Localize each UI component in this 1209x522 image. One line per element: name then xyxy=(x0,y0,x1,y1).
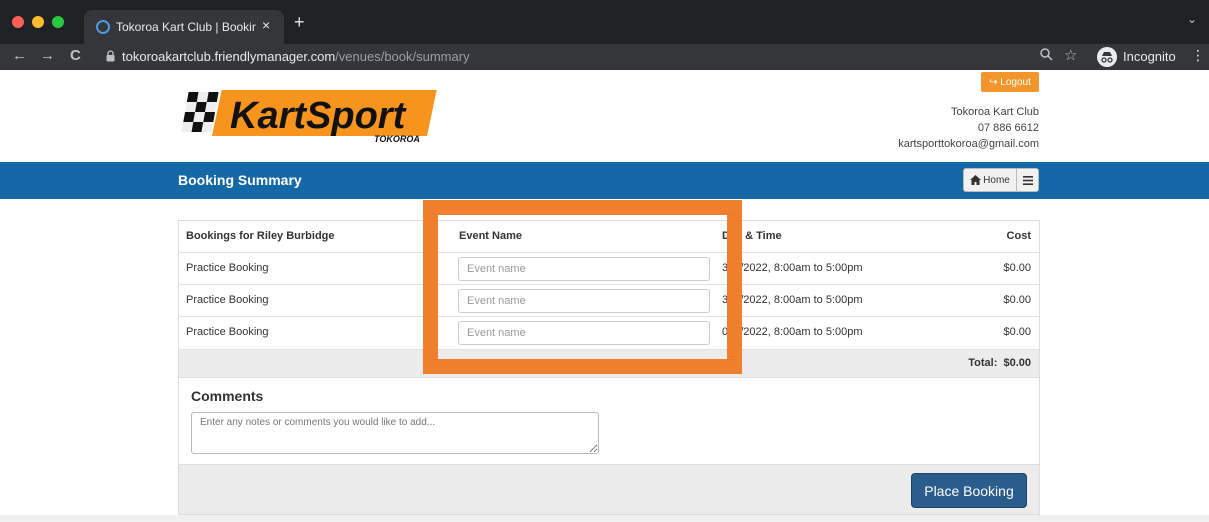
club-contact: Tokoroa Kart Club 07 886 6612 kartsportt… xyxy=(840,104,1039,152)
club-name: Tokoroa Kart Club xyxy=(950,106,1039,118)
tab-close-icon[interactable]: × xyxy=(262,17,270,33)
forward-button[interactable]: → xyxy=(40,47,55,64)
home-icon xyxy=(970,175,982,185)
comments-title: Comments xyxy=(191,388,264,404)
logout-icon: ↪ xyxy=(989,76,1001,88)
booking-date: 3 3/2022, 8:00am to 5:00pm xyxy=(722,262,863,274)
page-banner: Booking Summary Home xyxy=(0,162,1209,199)
club-email: kartsporttokoroa@gmail.com xyxy=(898,138,1039,150)
comments-section: Comments xyxy=(179,377,1039,464)
tab-title: Tokoroa Kart Club | Booking Su xyxy=(116,20,256,34)
booking-name: Practice Booking xyxy=(186,294,269,306)
incognito-label: Incognito xyxy=(1123,49,1176,64)
hamburger-menu-icon xyxy=(1022,175,1033,185)
svg-text:TOKOROA: TOKOROA xyxy=(374,134,420,144)
window-close-button[interactable] xyxy=(12,16,24,28)
new-tab-button[interactable]: + xyxy=(294,12,305,33)
booking-cost: $0.00 xyxy=(1003,262,1031,274)
booking-cost: $0.00 xyxy=(1003,294,1031,306)
zoom-icon[interactable] xyxy=(1040,48,1053,61)
browser-menu-icon[interactable]: ⋮ xyxy=(1191,47,1205,64)
page-bottom-edge xyxy=(0,515,1209,522)
nav-button-group: Home xyxy=(963,168,1039,192)
window-maximize-button[interactable] xyxy=(52,16,64,28)
site-favicon-icon xyxy=(96,20,110,34)
tab-search-icon[interactable]: ⌄ xyxy=(1187,12,1197,26)
url-field[interactable]: tokoroakartclub.friendlymanager.com/venu… xyxy=(100,46,1100,68)
booking-date: 3 3/2022, 8:00am to 5:00pm xyxy=(722,294,863,306)
panel-footer: Place Booking xyxy=(179,464,1039,514)
logout-button[interactable]: ↪ Logout xyxy=(981,72,1039,92)
incognito-icon[interactable] xyxy=(1097,47,1117,67)
cost-column-header: Cost xyxy=(1006,230,1031,242)
browser-tab-bar: Tokoroa Kart Club | Booking Su × + ⌄ xyxy=(0,0,1209,44)
browser-address-bar: ← → C tokoroakartclub.friendlymanager.co… xyxy=(0,44,1209,70)
checkered-flag-icon xyxy=(181,92,219,132)
booking-date: 0 4/2022, 8:00am to 5:00pm xyxy=(722,326,863,338)
kartsport-logo: KartSport TOKOROA xyxy=(181,90,437,144)
booking-name: Practice Booking xyxy=(186,262,269,274)
comments-textarea[interactable] xyxy=(191,412,599,454)
page-title: Booking Summary xyxy=(178,172,302,188)
bookings-column-header: Bookings for Riley Burbidge xyxy=(186,230,335,242)
url-text: tokoroakartclub.friendlymanager.com/venu… xyxy=(122,49,470,64)
svg-text:KartSport: KartSport xyxy=(230,95,407,137)
place-booking-button[interactable]: Place Booking xyxy=(911,473,1027,508)
browser-tab[interactable]: Tokoroa Kart Club | Booking Su × xyxy=(84,10,284,44)
back-button[interactable]: ← xyxy=(12,47,27,64)
booking-name: Practice Booking xyxy=(186,326,269,338)
home-button[interactable]: Home xyxy=(963,168,1017,192)
reload-button[interactable]: C xyxy=(70,47,81,64)
highlight-annotation xyxy=(423,200,742,374)
bookmark-star-icon[interactable]: ☆ xyxy=(1064,46,1077,64)
menu-button[interactable] xyxy=(1017,168,1039,192)
lock-icon xyxy=(106,50,115,62)
window-minimize-button[interactable] xyxy=(32,16,44,28)
total-cost: Total: $0.00 xyxy=(968,357,1031,369)
club-phone: 07 886 6612 xyxy=(977,122,1039,134)
booking-cost: $0.00 xyxy=(1003,326,1031,338)
